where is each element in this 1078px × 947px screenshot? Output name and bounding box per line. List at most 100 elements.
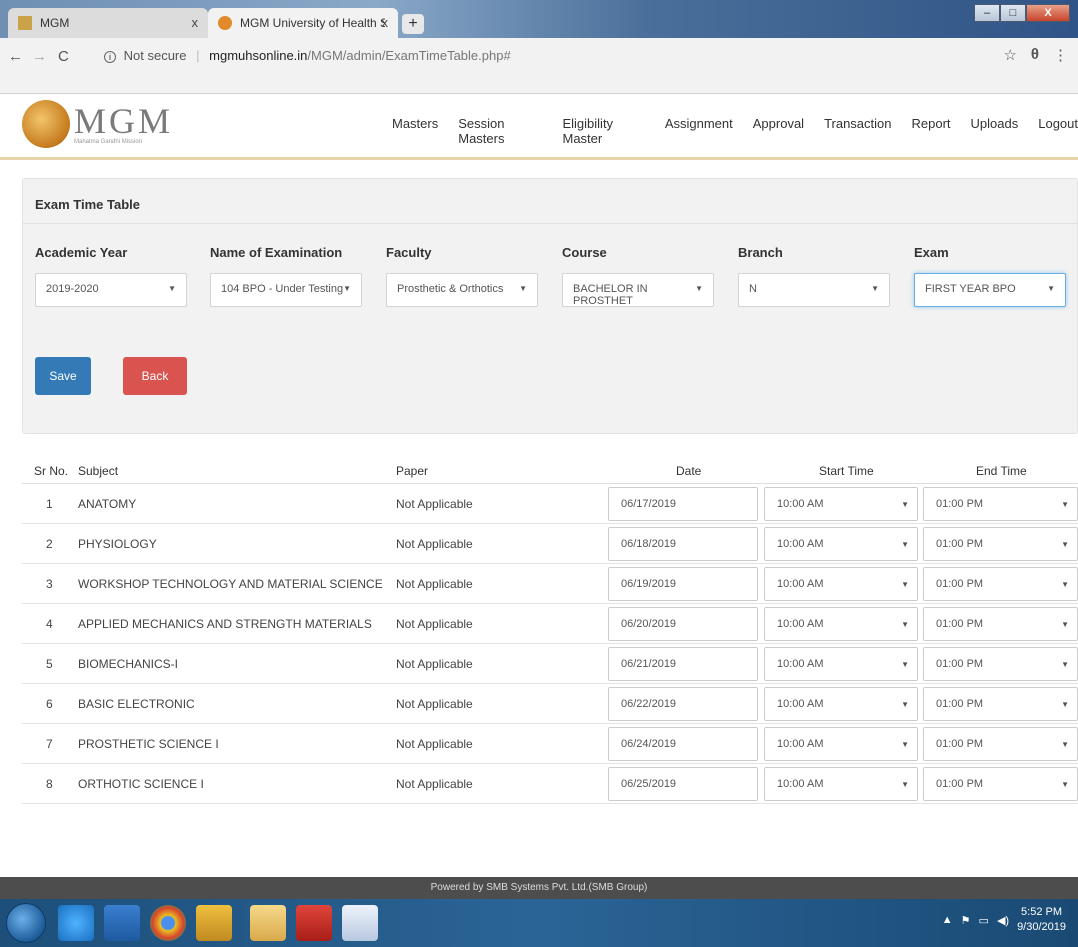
account-icon[interactable]: θ: [1031, 46, 1039, 64]
start-time-select[interactable]: 10:00 AM ▼: [764, 687, 918, 721]
start-time-value: 10:00 AM: [777, 778, 824, 790]
end-time-select[interactable]: 01:00 PM ▼: [923, 767, 1078, 801]
date-input[interactable]: 06/25/2019: [608, 767, 758, 801]
start-time-select[interactable]: 10:00 AM ▼: [764, 567, 918, 601]
start-time-select[interactable]: 10:00 AM ▼: [764, 607, 918, 641]
menu-dots-icon[interactable]: ⋮: [1053, 46, 1068, 64]
volume-icon[interactable]: ◀): [997, 914, 1009, 927]
menu-item-report[interactable]: Report: [912, 116, 951, 146]
network-flag-icon[interactable]: ⚑: [961, 914, 971, 927]
end-time-select[interactable]: 01:00 PM ▼: [923, 527, 1078, 561]
menu-item-assignment[interactable]: Assignment: [665, 116, 733, 146]
course-select[interactable]: BACHELOR IN PROSTHET ▼: [562, 273, 714, 307]
new-tab-button[interactable]: +: [402, 14, 424, 34]
start-time-value: 10:00 AM: [777, 738, 824, 750]
minimize-button[interactable]: –: [974, 4, 1000, 22]
branch-select[interactable]: N ▼: [738, 273, 890, 307]
date-input[interactable]: 06/19/2019: [608, 567, 758, 601]
media-player-icon[interactable]: [104, 905, 140, 941]
chevron-down-icon: ▼: [901, 500, 909, 509]
end-time-select[interactable]: 01:00 PM ▼: [923, 567, 1078, 601]
start-time-select[interactable]: 10:00 AM ▼: [764, 767, 918, 801]
end-time-value: 01:00 PM: [936, 578, 984, 590]
url-field[interactable]: i Not secure | mgmuhsonline.in/MGM/admin…: [104, 48, 511, 63]
start-time-select[interactable]: 10:00 AM ▼: [764, 487, 918, 521]
menu-item-logout[interactable]: Logout: [1038, 116, 1078, 146]
date-input[interactable]: 06/18/2019: [608, 527, 758, 561]
examination-name-select[interactable]: 104 BPO - Under Testing ▼: [210, 273, 362, 307]
start-time-select[interactable]: 10:00 AM ▼: [764, 647, 918, 681]
logo-text: MGM Mahatma Gandhi Mission: [74, 103, 173, 145]
examination-name-label: Name of Examination: [210, 245, 343, 260]
subject-cell: BASIC ELECTRONIC: [78, 697, 195, 711]
end-time-select[interactable]: 01:00 PM ▼: [923, 727, 1078, 761]
reload-icon[interactable]: C: [58, 48, 69, 65]
menu-item-uploads[interactable]: Uploads: [971, 116, 1019, 146]
back-button[interactable]: Back: [123, 357, 187, 395]
chevron-down-icon: ▼: [871, 284, 879, 293]
acrobat-icon[interactable]: [296, 905, 332, 941]
menu-item-approval[interactable]: Approval: [753, 116, 804, 146]
branch-label: Branch: [738, 245, 783, 260]
file-explorer-icon[interactable]: [250, 905, 286, 941]
date-input[interactable]: 06/24/2019: [608, 727, 758, 761]
back-arrow-icon[interactable]: ←: [8, 48, 23, 65]
star-icon[interactable]: ☆: [1003, 46, 1016, 64]
table-row: 1 ANATOMY Not Applicable 06/17/2019 10:00 AM…: [22, 484, 1078, 524]
mgm-university-favicon-icon: [218, 16, 232, 30]
start-time-select[interactable]: 10:00 AM ▼: [764, 527, 918, 561]
menu-item-session-masters[interactable]: Session Masters: [458, 116, 542, 146]
chevron-down-icon: ▼: [1061, 740, 1069, 749]
menu-item-transaction[interactable]: Transaction: [824, 116, 891, 146]
start-time-value: 10:00 AM: [777, 578, 824, 590]
panel-title: Exam Time Table: [35, 197, 141, 212]
word-icon[interactable]: [342, 905, 378, 941]
end-time-header: End Time: [976, 464, 1027, 478]
academic-year-select[interactable]: 2019-2020 ▼: [35, 273, 187, 307]
subject-header: Subject: [78, 464, 119, 478]
taskbar-clock[interactable]: 5:52 PM 9/30/2019: [1017, 905, 1066, 935]
start-time-select[interactable]: 10:00 AM ▼: [764, 727, 918, 761]
close-window-button[interactable]: X: [1026, 4, 1070, 22]
close-tab-icon[interactable]: x: [192, 15, 199, 30]
exam-select[interactable]: FIRST YEAR BPO ▼: [914, 273, 1066, 307]
date-value: 06/25/2019: [621, 778, 677, 790]
end-time-select[interactable]: 01:00 PM ▼: [923, 487, 1078, 521]
date-input[interactable]: 06/22/2019: [608, 687, 758, 721]
date-input[interactable]: 06/20/2019: [608, 607, 758, 641]
chevron-down-icon: ▼: [343, 284, 351, 293]
end-time-select[interactable]: 01:00 PM ▼: [923, 607, 1078, 641]
end-time-select[interactable]: 01:00 PM ▼: [923, 687, 1078, 721]
mgm-logo[interactable]: MGM Mahatma Gandhi Mission: [22, 100, 173, 148]
menu-item-eligibility-master[interactable]: Eligibility Master: [562, 116, 644, 146]
save-button[interactable]: Save: [35, 357, 91, 395]
maximize-button[interactable]: □: [1000, 4, 1026, 22]
exam-label: Exam: [914, 245, 949, 260]
date-value: 06/19/2019: [621, 578, 677, 590]
date-input[interactable]: 06/17/2019: [608, 487, 758, 521]
academic-year-label: Academic Year: [35, 245, 128, 260]
url-separator: |: [196, 48, 200, 63]
display-icon[interactable]: ▭: [979, 914, 989, 927]
end-time-value: 01:00 PM: [936, 618, 984, 630]
subject-cell: ORTHOTIC SCIENCE I: [78, 777, 204, 791]
sr-no-cell: 4: [46, 617, 53, 631]
chevron-down-icon: ▼: [1061, 620, 1069, 629]
show-hidden-icons-icon[interactable]: ▲: [942, 914, 953, 926]
forward-arrow-icon[interactable]: →: [32, 48, 47, 65]
info-icon[interactable]: i: [104, 51, 116, 63]
menu-item-masters[interactable]: Masters: [392, 116, 438, 146]
end-time-select[interactable]: 01:00 PM ▼: [923, 647, 1078, 681]
browser-tab-mgm-university[interactable]: MGM University of Health Scienc x: [208, 8, 398, 38]
date-input[interactable]: 06/21/2019: [608, 647, 758, 681]
internet-explorer-icon[interactable]: [58, 905, 94, 941]
faculty-select[interactable]: Prosthetic & Orthotics ▼: [386, 273, 538, 307]
chrome-icon[interactable]: [150, 905, 186, 941]
tab-title: MGM: [40, 16, 70, 30]
close-tab-icon[interactable]: x: [382, 15, 389, 30]
address-bar: ← → C i Not secure | mgmuhsonline.in/MGM…: [0, 38, 1078, 94]
outlook-icon[interactable]: [196, 905, 232, 941]
start-button[interactable]: [6, 903, 46, 943]
browser-tab-mgm[interactable]: MGM x: [8, 8, 208, 38]
date-value: 06/22/2019: [621, 698, 677, 710]
